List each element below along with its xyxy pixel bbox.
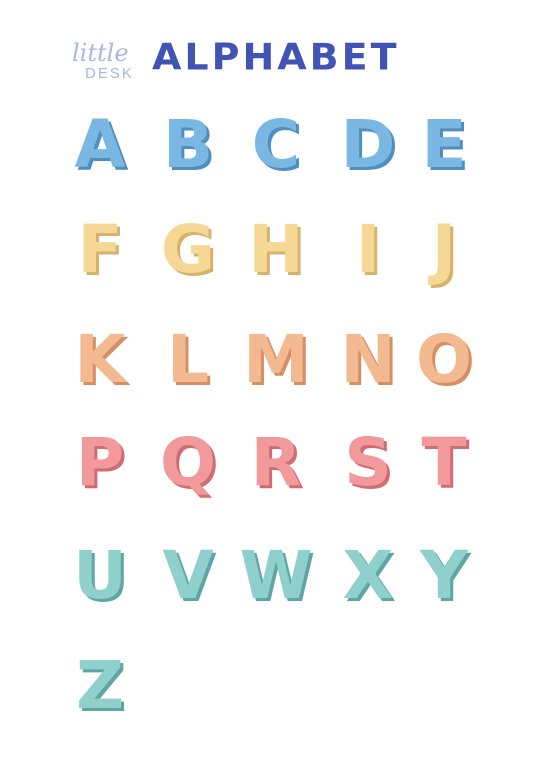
- letter-e: E: [421, 106, 467, 183]
- letter-j: J: [431, 211, 457, 288]
- letter-v: V: [162, 537, 214, 614]
- letter-i: I: [355, 211, 381, 288]
- letter-a: A: [74, 106, 126, 183]
- letter-h: H: [248, 211, 304, 288]
- letter-u: U: [73, 537, 127, 614]
- letter-g: G: [160, 211, 216, 288]
- letter-b: B: [162, 106, 214, 183]
- alphabet-grid: ABCDE FGHIJ KLMNO PQRST UVWXY Z: [0, 0, 546, 769]
- letter-l: L: [166, 321, 210, 398]
- letter-w: W: [239, 537, 313, 614]
- letter-q: Q: [159, 424, 217, 501]
- letter-o: O: [415, 321, 473, 398]
- letter-c: C: [251, 106, 301, 183]
- letter-r: R: [250, 424, 302, 501]
- letter-d: D: [340, 106, 396, 183]
- letter-m: M: [243, 321, 309, 398]
- letter-z: Z: [76, 647, 124, 724]
- letter-p: P: [75, 424, 125, 501]
- letter-y: Y: [420, 537, 468, 614]
- letter-n: N: [340, 321, 396, 398]
- letter-f: F: [77, 211, 123, 288]
- letter-k: K: [74, 321, 126, 398]
- letter-t: T: [421, 424, 467, 501]
- letter-s: S: [344, 424, 392, 501]
- letter-x: X: [342, 537, 394, 614]
